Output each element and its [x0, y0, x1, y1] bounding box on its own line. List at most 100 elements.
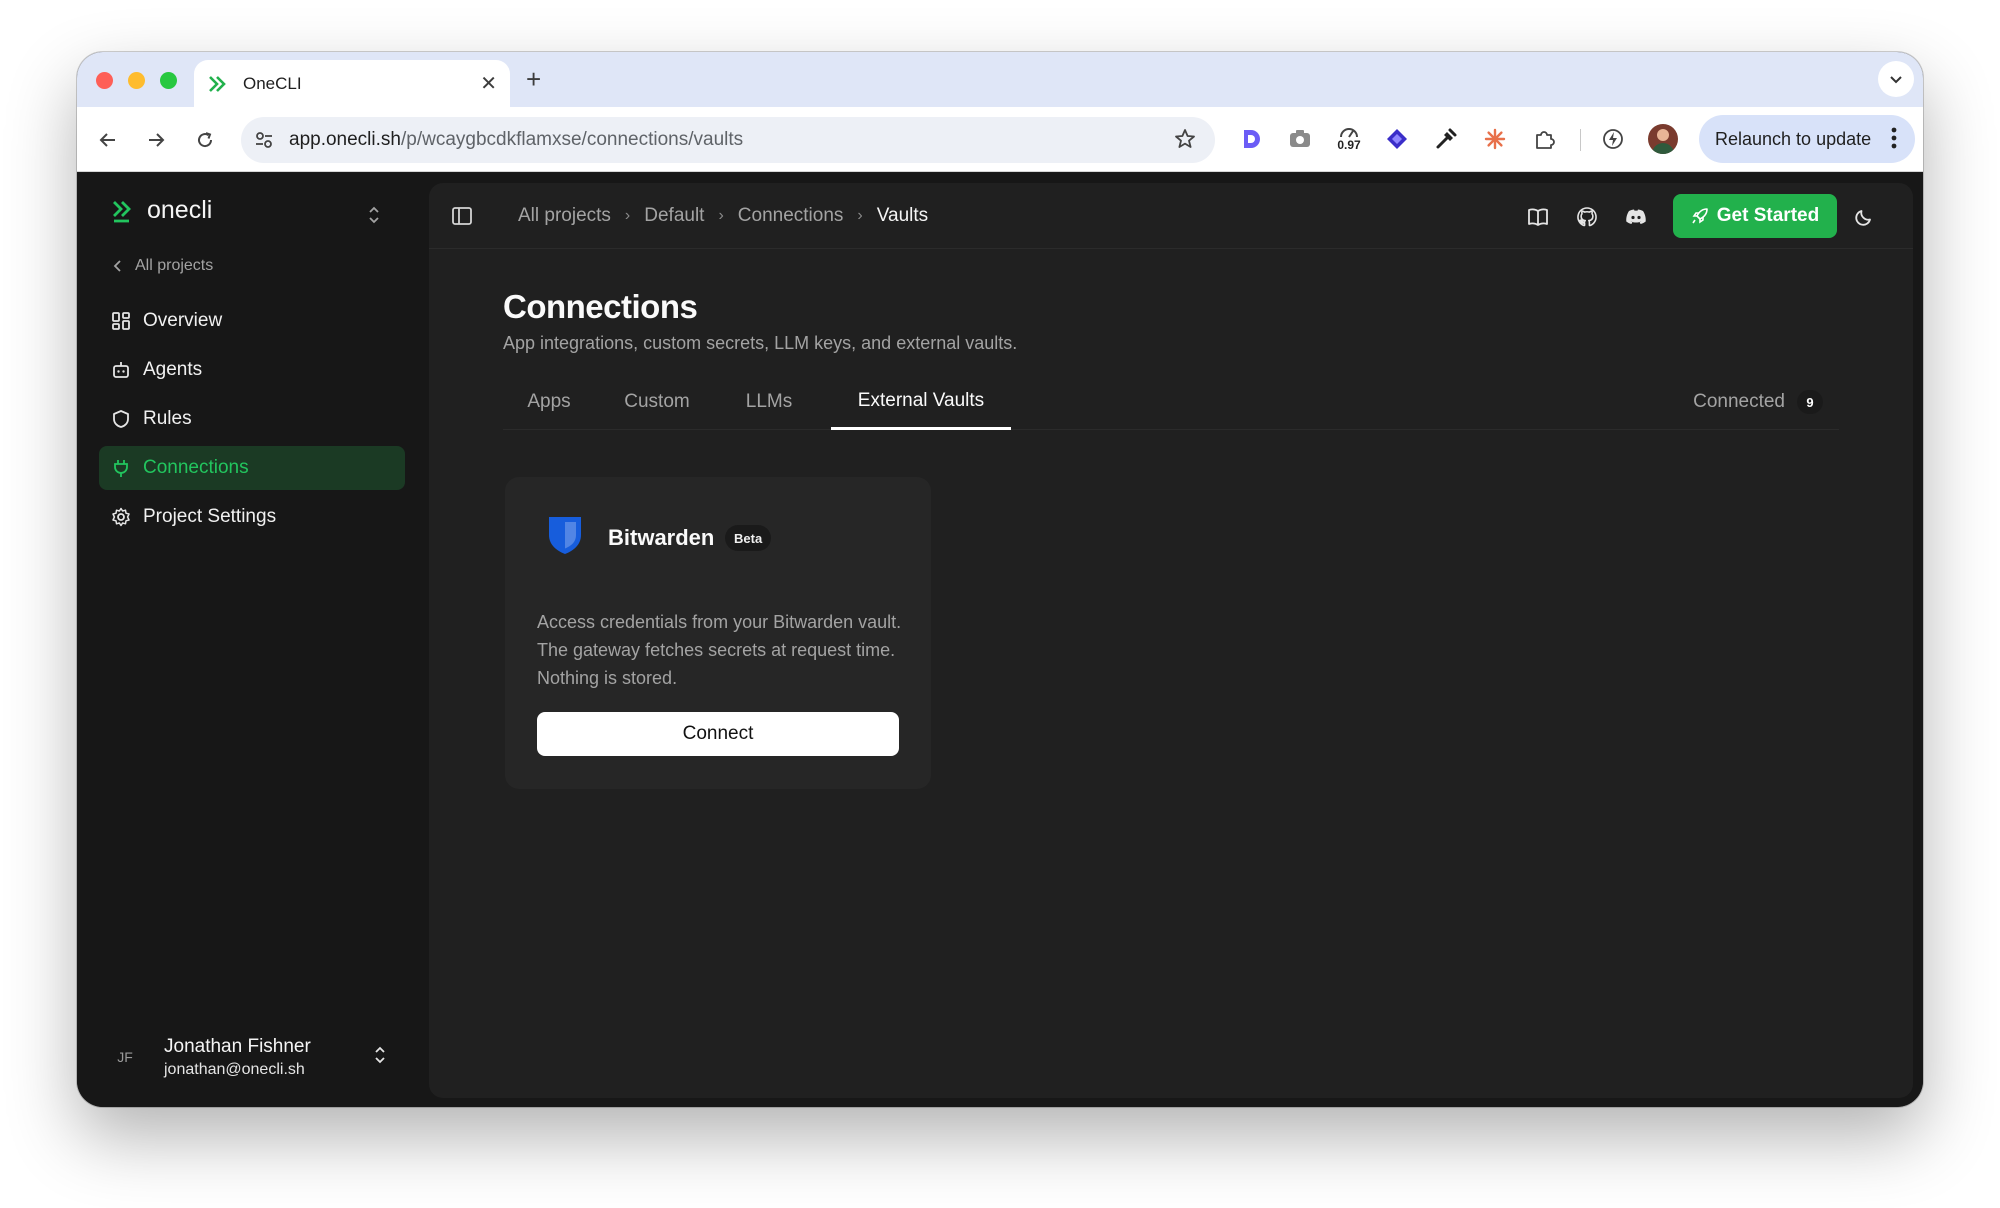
user-menu[interactable]: JF Jonathan Fishner jonathan@onecli.sh	[111, 1029, 401, 1085]
sidebar-item-agents[interactable]: Agents	[99, 348, 405, 392]
top-bar: All projects › Default › Connections › V…	[429, 183, 1913, 249]
breadcrumb-default[interactable]: Default	[644, 205, 704, 227]
user-name: Jonathan Fishner	[164, 1036, 311, 1057]
tab-title: OneCLI	[243, 74, 302, 93]
url-text: app.onecli.sh/p/wcaygbcdkflamxse/connect…	[289, 129, 743, 151]
all-projects-link[interactable]: All projects	[111, 257, 213, 275]
toolbar-divider	[1580, 129, 1581, 151]
chevron-right-icon: ›	[718, 207, 724, 224]
tab-close-icon[interactable]: ✕	[480, 71, 497, 96]
sidebar: onecli All projects Overview Agents Rule…	[77, 173, 427, 1107]
moon-icon[interactable]	[1851, 204, 1877, 230]
url-host: app.onecli.sh	[289, 129, 401, 150]
discord-icon[interactable]	[1623, 204, 1649, 230]
relaunch-button[interactable]: Relaunch to update	[1699, 115, 1915, 163]
sidebar-item-label: Agents	[143, 359, 203, 380]
maximize-window-button[interactable]	[160, 72, 177, 89]
sidebar-item-label: Rules	[143, 408, 192, 429]
beta-badge: Beta	[725, 525, 772, 551]
reload-icon	[198, 132, 213, 148]
connected-count-badge: 9	[1797, 390, 1823, 414]
page-subtitle: App integrations, custom secrets, LLM ke…	[503, 333, 1018, 353]
diamond-extension-icon[interactable]	[1383, 125, 1411, 153]
puzzle-extension-icon[interactable]	[1530, 125, 1558, 153]
app-root: onecli All projects Overview Agents Rule…	[77, 173, 1923, 1107]
site-settings-icon[interactable]	[253, 129, 275, 156]
chevron-up-down-icon[interactable]	[373, 1045, 387, 1070]
address-bar[interactable]: app.onecli.sh/p/wcaygbcdkflamxse/connect…	[241, 117, 1215, 163]
minimize-window-button[interactable]	[128, 72, 145, 89]
bookmark-star-icon[interactable]	[1173, 127, 1197, 156]
arrow-right-icon	[149, 133, 165, 147]
plug-icon	[111, 458, 131, 478]
brand-logo[interactable]: onecli	[111, 196, 212, 225]
relaunch-label: Relaunch to update	[1715, 128, 1872, 149]
new-tab-button[interactable]: +	[526, 64, 541, 95]
chevron-right-icon: ›	[624, 207, 631, 224]
shield-icon	[111, 409, 131, 429]
reload-button[interactable]	[192, 127, 218, 153]
bot-icon	[111, 360, 131, 380]
sidebar-item-label: Connections	[143, 457, 249, 478]
page-title: Connections	[503, 288, 698, 325]
sidebar-item-overview[interactable]: Overview	[99, 299, 405, 343]
connection-tabs: Apps Custom LLMs External Vaults Connect…	[503, 374, 1839, 430]
url-path: /p/wcaygbcdkflamxse/connections/vaults	[400, 129, 744, 150]
tab-llms[interactable]: LLMs	[719, 374, 819, 430]
browser-tab[interactable]: OneCLI ✕	[194, 60, 510, 107]
starburst-extension-icon[interactable]	[1481, 125, 1509, 153]
breadcrumb-vaults: Vaults	[876, 205, 929, 226]
get-started-button[interactable]: Get Started	[1673, 194, 1837, 238]
onecli-logo-icon	[113, 200, 131, 222]
docs-book-icon[interactable]	[1525, 204, 1551, 230]
tab-custom[interactable]: Custom	[595, 374, 719, 430]
main-panel: All projects › Default › Connections › V…	[429, 183, 1913, 1098]
chevron-right-icon: ›	[857, 207, 863, 224]
connect-button[interactable]: Connect	[537, 712, 899, 756]
vault-description: Access credentials from your Bitwarden v…	[537, 612, 902, 688]
onecli-favicon-icon	[207, 73, 229, 95]
sidebar-item-connections[interactable]: Connections	[99, 446, 405, 490]
breadcrumb: All projects › Default › Connections › V…	[518, 205, 928, 227]
gauge-icon	[1340, 128, 1358, 138]
github-icon[interactable]	[1574, 204, 1600, 230]
connected-label: Connected	[1693, 391, 1785, 412]
connected-filter[interactable]: Connected 9	[1693, 374, 1823, 430]
gear-icon	[111, 507, 131, 527]
tab-search-button[interactable]	[1878, 61, 1914, 97]
bitwarden-shield-icon	[547, 515, 583, 560]
back-label: All projects	[135, 257, 214, 274]
camera-extension-icon[interactable]	[1286, 125, 1314, 153]
avatar: JF	[117, 1049, 133, 1065]
chevron-down-icon	[1890, 76, 1902, 84]
tab-apps[interactable]: Apps	[503, 374, 595, 430]
forward-button[interactable]	[143, 127, 169, 153]
browser-toolbar: app.onecli.sh/p/wcaygbcdkflamxse/connect…	[77, 107, 1923, 172]
chevron-left-icon	[113, 260, 121, 272]
performance-icon[interactable]	[1599, 125, 1627, 153]
close-window-button[interactable]	[96, 72, 113, 89]
gauge-extension-icon[interactable]: 0.97	[1335, 119, 1363, 159]
breadcrumb-all-projects[interactable]: All projects	[518, 205, 611, 227]
get-started-label: Get Started	[1716, 205, 1820, 226]
vault-name: Bitwarden	[608, 525, 715, 550]
browser-window: OneCLI ✕ + app.onecli.sh/p/wcaygbcdkflam…	[77, 52, 1923, 1107]
grid-icon	[111, 311, 131, 331]
sidebar-item-label: Overview	[143, 310, 223, 331]
sidebar-item-rules[interactable]: Rules	[99, 397, 405, 441]
gauge-badge: 0.97	[1337, 138, 1361, 152]
chevron-up-down-icon[interactable]	[367, 205, 381, 230]
profile-avatar[interactable]	[1648, 124, 1678, 154]
extension-d-icon[interactable]	[1237, 125, 1265, 153]
more-menu-icon[interactable]	[1891, 127, 1897, 154]
sidebar-toggle-icon[interactable]	[451, 205, 473, 232]
sidebar-item-project-settings[interactable]: Project Settings	[99, 495, 405, 539]
breadcrumb-connections[interactable]: Connections	[738, 205, 844, 227]
back-button[interactable]	[95, 127, 121, 153]
arrow-left-icon	[99, 133, 115, 147]
rocket-icon	[1692, 208, 1708, 224]
tab-external-vaults[interactable]: External Vaults	[831, 374, 1011, 430]
eyedropper-extension-icon[interactable]	[1432, 125, 1460, 153]
sidebar-item-label: Project Settings	[143, 506, 277, 527]
vault-card-bitwarden: Bitwarden Beta Access credentials from y…	[505, 477, 931, 789]
